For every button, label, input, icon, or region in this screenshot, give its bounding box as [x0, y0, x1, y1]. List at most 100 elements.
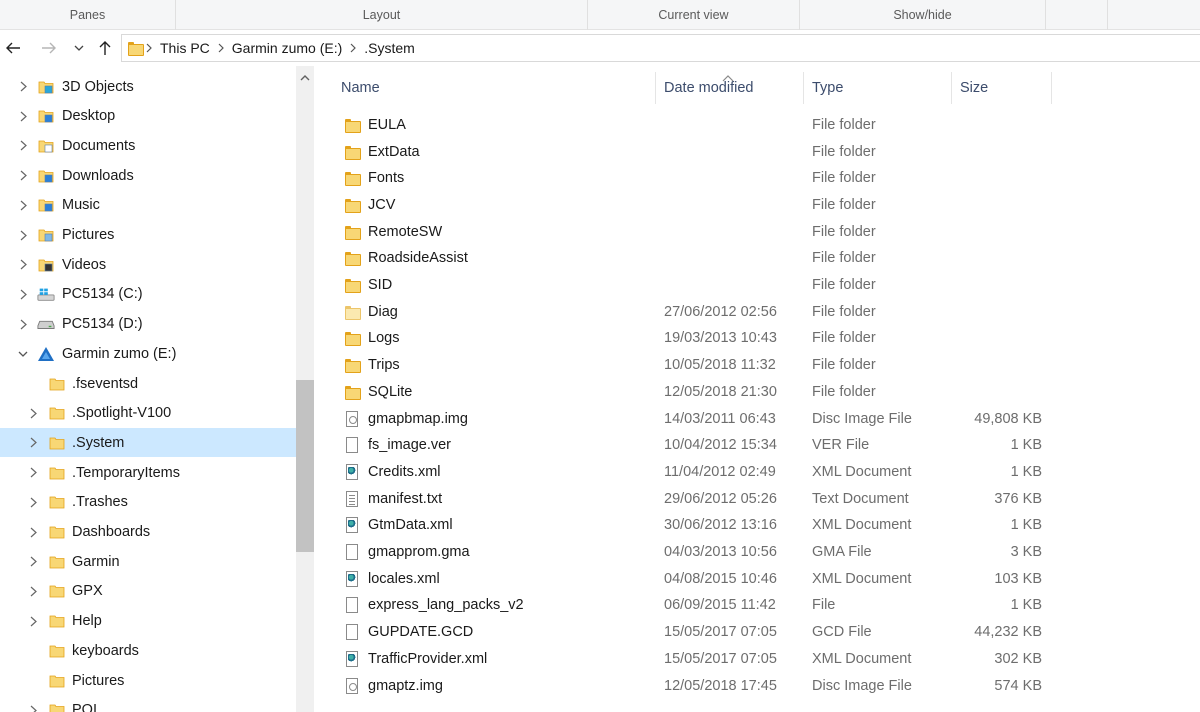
- file-name: locales.xml: [368, 570, 440, 587]
- chevron-right-icon[interactable]: [17, 140, 29, 152]
- navigation-pane[interactable]: 3D Objects Desktop Documents Downloads Music…: [0, 66, 296, 712]
- tree-item[interactable]: Garmin: [0, 547, 296, 576]
- file-row[interactable]: gmapbmap.img 14/03/2011 06:43 Disc Image F…: [316, 405, 1200, 432]
- tree-item[interactable]: GPX: [0, 577, 296, 606]
- file-row[interactable]: ExtData File folder: [316, 138, 1200, 165]
- tree-item[interactable]: Music: [0, 191, 296, 220]
- tree-item-label: Documents: [62, 137, 136, 154]
- file-row[interactable]: Credits.xml 11/04/2012 02:49 XML Document 1…: [316, 459, 1200, 486]
- file-row[interactable]: GUPDATE.GCD 15/05/2017 07:05 GCD File 44,23…: [316, 619, 1200, 646]
- ribbon-group-layout[interactable]: Layout: [176, 0, 588, 30]
- tree-item[interactable]: Desktop: [0, 102, 296, 131]
- chevron-right-icon[interactable]: [27, 407, 39, 419]
- file-row[interactable]: gmaptz.img 12/05/2018 17:45 Disc Image Fil…: [316, 672, 1200, 699]
- file-row[interactable]: TrafficProvider.xml 15/05/2017 07:05 XML D…: [316, 646, 1200, 673]
- chevron-right-icon[interactable]: [27, 496, 39, 508]
- navigation-pane-scrollbar[interactable]: [296, 66, 314, 712]
- tree-item[interactable]: PC5134 (C:): [0, 280, 296, 309]
- music-folder-icon: [37, 196, 55, 214]
- chevron-right-icon[interactable]: [346, 43, 360, 53]
- file-name: gmaptz.img: [368, 677, 443, 694]
- scroll-up-arrow-icon[interactable]: [296, 70, 314, 86]
- chevron-right-icon[interactable]: [214, 43, 228, 53]
- file-row[interactable]: Fonts File folder: [316, 165, 1200, 192]
- chevron-right-icon[interactable]: [27, 585, 39, 597]
- chevron-right-icon[interactable]: [142, 43, 156, 53]
- chevron-right-icon[interactable]: [17, 110, 29, 122]
- folder-icon: [48, 434, 66, 452]
- chevron-right-icon[interactable]: [27, 467, 39, 479]
- file-list[interactable]: Name Date modified Type Size EULA File fo…: [316, 66, 1200, 712]
- chevron-right-icon[interactable]: [27, 437, 39, 449]
- chevron-right-icon[interactable]: [17, 259, 29, 271]
- file-row[interactable]: Diag 27/06/2012 02:56 File folder: [316, 298, 1200, 325]
- file-row[interactable]: EULA File folder: [316, 112, 1200, 139]
- file-row[interactable]: express_lang_packs_v2 06/09/2015 11:42 Fil…: [316, 592, 1200, 619]
- file-type: File folder: [812, 303, 876, 320]
- file-row[interactable]: GtmData.xml 30/06/2012 13:16 XML Document 1…: [316, 512, 1200, 539]
- tree-item[interactable]: Help: [0, 607, 296, 636]
- tree-item[interactable]: Pictures: [0, 221, 296, 250]
- tree-item[interactable]: .System: [0, 428, 296, 458]
- tree-item[interactable]: Documents: [0, 131, 296, 160]
- scrollbar-thumb[interactable]: [296, 380, 314, 552]
- forward-button[interactable]: [38, 31, 60, 65]
- file-row[interactable]: manifest.txt 29/06/2012 05:26 Text Documen…: [316, 485, 1200, 512]
- tree-item[interactable]: Dashboards: [0, 518, 296, 547]
- chevron-right-icon[interactable]: [17, 199, 29, 211]
- chevron-right-icon[interactable]: [27, 615, 39, 627]
- file-row[interactable]: gmapprom.gma 04/03/2013 10:56 GMA File 3 KB: [316, 539, 1200, 566]
- chevron-right-icon[interactable]: [17, 318, 29, 330]
- tree-item[interactable]: Pictures: [0, 666, 296, 695]
- column-header-size[interactable]: Size: [952, 72, 1052, 104]
- column-header-label: Name: [341, 80, 380, 96]
- tree-item[interactable]: POI: [0, 696, 296, 712]
- column-header-type[interactable]: Type: [804, 72, 952, 104]
- tree-item[interactable]: PC5134 (D:): [0, 310, 296, 339]
- file-row[interactable]: Trips 10/05/2018 11:32 File folder: [316, 352, 1200, 379]
- tree-item[interactable]: .fseventsd: [0, 369, 296, 398]
- breadcrumb-garmin-zumo[interactable]: Garmin zumo (E:): [228, 40, 346, 56]
- chevron-right-icon[interactable]: [27, 556, 39, 568]
- ribbon-group-show-hide[interactable]: Show/hide: [800, 0, 1046, 30]
- column-header-name[interactable]: Name: [333, 72, 656, 104]
- column-header-label: Type: [812, 80, 844, 96]
- blank-file-icon: [344, 543, 360, 561]
- file-row[interactable]: Logs 19/03/2013 10:43 File folder: [316, 325, 1200, 352]
- chevron-right-icon[interactable]: [27, 526, 39, 538]
- file-row[interactable]: RoadsideAssist File folder: [316, 245, 1200, 272]
- tree-item[interactable]: Garmin zumo (E:): [0, 339, 296, 368]
- tree-item[interactable]: keyboards: [0, 636, 296, 665]
- chevron-right-icon[interactable]: [27, 704, 39, 712]
- breadcrumb-this-pc[interactable]: This PC: [156, 40, 214, 56]
- folder-icon: [344, 276, 361, 294]
- file-size: 103 KB: [994, 570, 1042, 587]
- chevron-right-icon[interactable]: [17, 288, 29, 300]
- file-row[interactable]: JCV File folder: [316, 192, 1200, 219]
- ribbon-group-current-view[interactable]: Current view: [588, 0, 800, 30]
- breadcrumb-system[interactable]: .System: [360, 40, 419, 56]
- back-button[interactable]: [2, 31, 24, 65]
- tree-item[interactable]: Videos: [0, 250, 296, 279]
- file-row[interactable]: locales.xml 04/08/2015 10:46 XML Document 1…: [316, 565, 1200, 592]
- tree-item[interactable]: .TemporaryItems: [0, 458, 296, 487]
- tree-item[interactable]: 3D Objects: [0, 72, 296, 101]
- tree-item[interactable]: .Spotlight-V100: [0, 399, 296, 428]
- up-button[interactable]: [94, 31, 116, 65]
- file-name: RemoteSW: [368, 223, 443, 240]
- chevron-right-icon[interactable]: [17, 229, 29, 241]
- folder-icon: [344, 249, 361, 267]
- tree-item[interactable]: Downloads: [0, 161, 296, 190]
- address-bar[interactable]: This PC Garmin zumo (E:) .System: [121, 34, 1200, 62]
- file-row[interactable]: SQLite 12/05/2018 21:30 File folder: [316, 379, 1200, 406]
- ribbon-group-spacer: [1046, 0, 1108, 30]
- file-row[interactable]: fs_image.ver 10/04/2012 15:34 VER File 1 KB: [316, 432, 1200, 459]
- recent-locations-button[interactable]: [70, 31, 88, 65]
- chevron-right-icon[interactable]: [17, 170, 29, 182]
- tree-item[interactable]: .Trashes: [0, 488, 296, 517]
- file-row[interactable]: SID File folder: [316, 272, 1200, 299]
- chevron-down-icon[interactable]: [17, 348, 29, 360]
- file-row[interactable]: RemoteSW File folder: [316, 218, 1200, 245]
- ribbon-group-panes[interactable]: Panes: [0, 0, 176, 30]
- chevron-right-icon[interactable]: [17, 81, 29, 93]
